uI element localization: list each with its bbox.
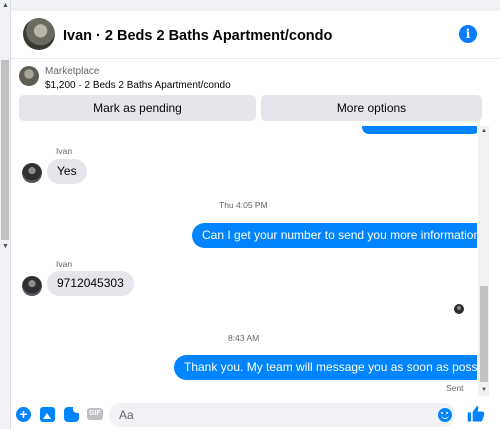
emoji-icon[interactable]	[438, 408, 452, 422]
marketplace-listing[interactable]: Marketplace $1,200 · 2 Beds 2 Baths Apar…	[11, 60, 500, 96]
outgoing-message[interactable]: Can I get your number to send you more i…	[192, 223, 477, 248]
thread-scrollbar-thumb[interactable]	[480, 286, 488, 382]
scroll-up-arrow[interactable]: ▲	[1, 1, 10, 10]
message-thread: Ivan Yes Thu 4:05 PM Can I get your numb…	[11, 126, 477, 396]
top-strip	[11, 0, 500, 11]
outgoing-message[interactable]: Thank you. My team will message you as s…	[174, 355, 477, 380]
chat-title[interactable]: Ivan · 2 Beds 2 Baths Apartment/condo	[63, 28, 332, 44]
page-scrollbar-track[interactable]: ▲ ▼	[0, 0, 11, 429]
sent-status: Sent	[446, 383, 464, 393]
contact-avatar[interactable]	[23, 18, 55, 50]
seen-indicator-avatar	[454, 304, 464, 314]
mark-as-pending-button[interactable]: Mark as pending	[19, 95, 256, 121]
sender-avatar	[22, 163, 42, 183]
thread-scroll-down-arrow[interactable]: ▼	[480, 386, 488, 394]
more-options-button[interactable]: More options	[261, 95, 482, 121]
message-timestamp: Thu 4:05 PM	[219, 200, 268, 210]
message-input[interactable]	[109, 403, 455, 427]
message-composer: + GIF	[11, 398, 500, 429]
listing-thumbnail	[19, 66, 39, 86]
info-icon[interactable]: i	[459, 25, 477, 43]
listing-detail: $1,200 · 2 Beds 2 Baths Apartment/condo	[45, 80, 231, 91]
sender-name: Ivan	[56, 146, 73, 156]
page-scrollbar-thumb[interactable]	[1, 60, 9, 240]
message-timestamp: 8:43 AM	[228, 333, 260, 343]
chat-header: Ivan · 2 Beds 2 Baths Apartment/condo i	[11, 11, 500, 59]
incoming-message[interactable]: 9712045303	[47, 271, 134, 296]
thread-scroll-up-arrow[interactable]: ▲	[480, 127, 488, 135]
sender-avatar	[22, 276, 42, 296]
incoming-message[interactable]: Yes	[47, 159, 87, 184]
thumbs-up-icon[interactable]	[466, 404, 486, 424]
listing-source: Marketplace	[45, 66, 100, 77]
sender-name: Ivan	[56, 259, 73, 269]
plus-icon[interactable]: +	[16, 407, 31, 422]
outgoing-message-partial	[362, 126, 477, 134]
photo-icon[interactable]	[40, 407, 55, 422]
scroll-down-arrow[interactable]: ▼	[1, 242, 10, 251]
gif-icon[interactable]: GIF	[87, 408, 103, 420]
sticker-icon[interactable]	[64, 407, 79, 422]
